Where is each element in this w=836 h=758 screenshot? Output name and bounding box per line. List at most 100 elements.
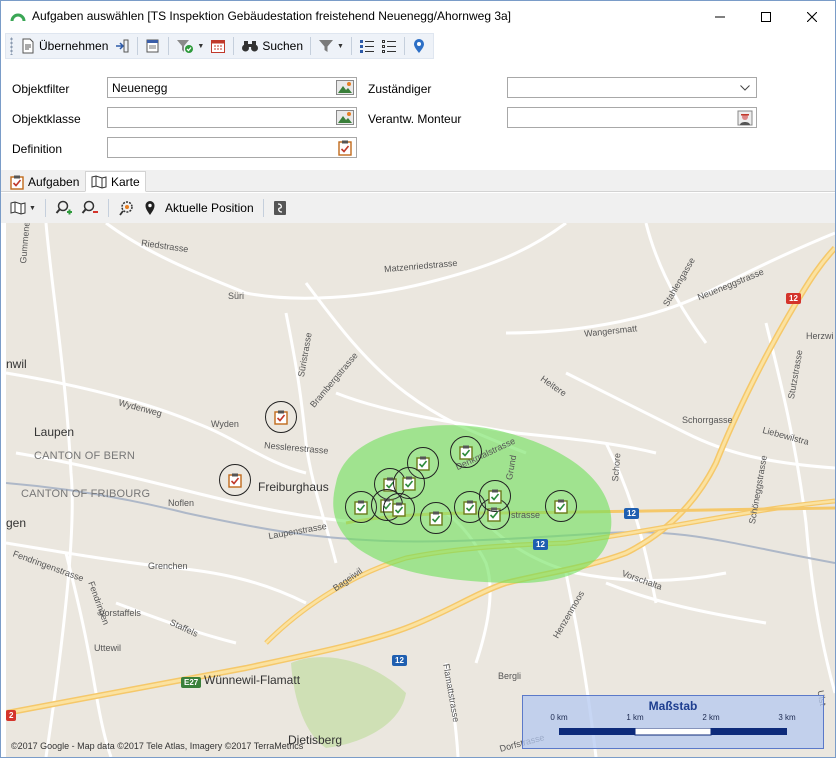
tab-karte-label: Karte [111, 174, 140, 189]
minimize-icon [715, 16, 725, 17]
definition-field[interactable] [107, 137, 357, 158]
zoom-out-button[interactable] [78, 197, 102, 219]
street-label: Herzwi [806, 331, 834, 341]
task-marker[interactable] [265, 401, 297, 433]
expand-list-button[interactable] [356, 35, 378, 57]
minimize-button[interactable] [697, 1, 743, 32]
road-shield: 12 [533, 539, 548, 550]
object-picker-button[interactable] [335, 79, 355, 96]
toolbar-separator [310, 37, 312, 55]
place-label-freiburghaus: Freiburghaus [258, 480, 329, 494]
zoom-in-button[interactable] [52, 197, 76, 219]
object-class-picker-button[interactable] [335, 109, 355, 126]
street-label: Süri [228, 291, 245, 301]
road-shield: 12 [786, 293, 801, 304]
chevron-down-icon: ▼ [197, 42, 205, 50]
clipboard-check-icon [10, 175, 24, 190]
clipboard-check-icon [416, 456, 430, 471]
object-picker-icon [336, 110, 354, 125]
filter-check-button[interactable]: ▼ [173, 35, 207, 57]
apply-button[interactable]: Übernehmen [17, 35, 111, 57]
clipboard-check-icon [392, 502, 406, 517]
street-label: strasse [511, 510, 541, 520]
maximize-button[interactable] [743, 1, 789, 32]
clipboard-check-icon [554, 499, 568, 514]
clipboard-check-icon [463, 500, 477, 515]
zustaendiger-select[interactable] [507, 77, 757, 98]
road-shield: 2 [6, 710, 17, 721]
edit-form-button[interactable] [142, 35, 164, 57]
window-title: Aufgaben auswählen [TS Inspektion Gebäud… [32, 9, 512, 23]
current-position-button[interactable]: Aktuelle Position [141, 197, 257, 219]
definition-picker-button[interactable] [335, 139, 355, 156]
tab-aufgaben[interactable]: Aufgaben [5, 172, 84, 192]
task-marker[interactable] [219, 464, 251, 496]
objektfilter-label: Objektfilter [12, 82, 70, 96]
objektklasse-field[interactable] [107, 107, 357, 128]
toolbar-grip[interactable] [10, 37, 13, 55]
task-marker[interactable] [450, 436, 482, 468]
scale-label: 0 km [550, 713, 568, 722]
route-button[interactable] [270, 197, 290, 219]
view-tabs: Aufgaben Karte [1, 170, 835, 192]
road-shield: E27 [181, 677, 202, 688]
objektfilter-value: Neuenegg [112, 81, 168, 95]
list-collapse-icon [381, 40, 396, 53]
toolbar-separator [262, 199, 264, 217]
list-expand-icon [359, 40, 374, 53]
close-button[interactable] [789, 1, 835, 32]
map-pin-icon [413, 39, 424, 53]
monteur-field[interactable] [507, 107, 757, 128]
collapse-list-button[interactable] [378, 35, 400, 57]
toolbar-separator [137, 37, 139, 55]
toolbar-separator [350, 37, 352, 55]
task-marker[interactable] [545, 490, 577, 522]
filter-check-icon [177, 40, 194, 53]
task-marker[interactable] [479, 480, 511, 512]
locate-settings-button[interactable] [115, 197, 139, 219]
place-label-laupen: Laupen [34, 425, 75, 439]
map-pin-icon [145, 201, 155, 215]
zustaendiger-label: Zuständiger [368, 82, 432, 96]
task-marker[interactable] [383, 493, 415, 525]
toolbar-separator [107, 199, 109, 217]
search-button[interactable]: Suchen [238, 35, 306, 57]
route-icon [273, 201, 286, 215]
toolbar-separator [44, 199, 46, 217]
zustaendiger-dropdown-button[interactable] [735, 79, 755, 96]
toolbar-separator [168, 37, 170, 55]
scale-label: 1 km [626, 713, 644, 722]
export-button[interactable] [111, 35, 133, 57]
monteur-picker-button[interactable] [735, 109, 755, 126]
scale-label: 2 km [702, 713, 720, 722]
objektklasse-label: Objektklasse [12, 112, 81, 126]
chevron-down-icon: ▼ [29, 204, 36, 212]
calendar-button[interactable] [207, 35, 229, 57]
map-view[interactable]: Laupen Freiburghaus Wünnewil-Flamatt nwi… [6, 223, 835, 757]
chevron-down-icon: ▼ [337, 42, 344, 50]
road-shield: 12 [624, 508, 639, 519]
location-button[interactable] [409, 35, 429, 57]
map-copyright: ©2017 Google - Map data ©2017 Tele Atlas… [11, 741, 304, 751]
title-bar: Aufgaben auswählen [TS Inspektion Gebäud… [1, 1, 835, 32]
objektfilter-field[interactable]: Neuenegg [107, 77, 357, 98]
chevron-down-icon [740, 84, 750, 91]
clipboard-check-icon [228, 473, 242, 488]
calendar-icon [211, 40, 226, 53]
toolbar-strip: Übernehmen ▼ Suchen ▼ [5, 33, 434, 59]
filter-button[interactable]: ▼ [315, 35, 347, 57]
map-type-button[interactable]: ▼ [7, 197, 39, 219]
task-marker[interactable] [420, 502, 452, 534]
apply-label: Übernehmen [39, 39, 109, 53]
clipboard-check-icon [354, 500, 368, 515]
tab-karte[interactable]: Karte [85, 171, 146, 192]
road-shield: 12 [392, 655, 407, 666]
gear-search-icon [119, 201, 133, 216]
street-label: Wyden [211, 419, 239, 429]
street-label: Grenchen [148, 561, 188, 571]
street-label: Uttewil [94, 643, 122, 653]
current-position-label: Aktuelle Position [164, 201, 254, 215]
folded-map-icon [91, 174, 107, 189]
clipboard-check-icon [274, 410, 288, 425]
folded-map-icon [10, 201, 26, 215]
